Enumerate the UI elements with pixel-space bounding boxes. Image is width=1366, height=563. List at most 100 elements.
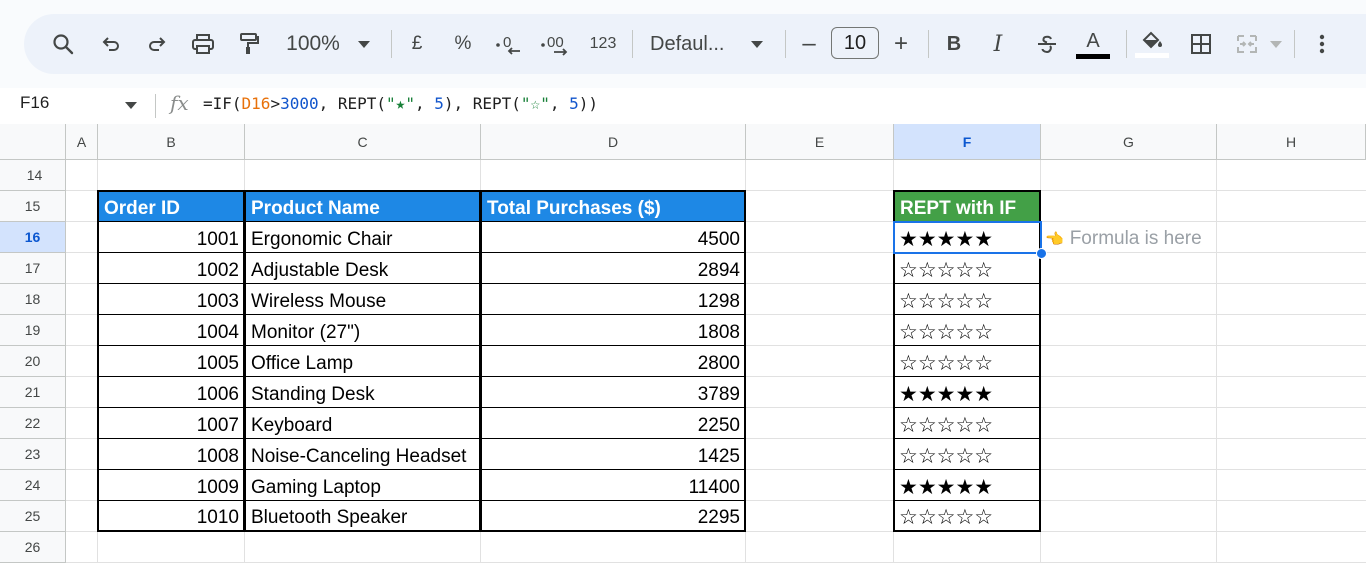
cell-product-name[interactable]: Noise-Canceling Headset: [244, 438, 481, 470]
toolbar-divider: [785, 30, 786, 58]
formula-bar: F16 fx =IF(D16>3000, REPT("★", 5), REPT(…: [0, 88, 1366, 124]
cell-product-name[interactable]: Monitor (27"): [244, 314, 481, 346]
currency-button[interactable]: £: [404, 22, 430, 66]
cell-order-id[interactable]: 1006: [97, 376, 245, 408]
column-header-e[interactable]: E: [746, 124, 894, 160]
name-box[interactable]: F16: [20, 93, 49, 113]
cell-product-name[interactable]: Keyboard: [244, 407, 481, 439]
borders-icon[interactable]: [1184, 22, 1218, 66]
cell-rating-stars[interactable]: ☆☆☆☆☆: [893, 438, 1041, 470]
cell-order-id[interactable]: 1005: [97, 345, 245, 377]
cell-product-name[interactable]: Bluetooth Speaker: [244, 500, 481, 532]
cell-order-id[interactable]: 1009: [97, 469, 245, 501]
bold-button[interactable]: B: [940, 22, 968, 66]
cell-product-name[interactable]: Ergonomic Chair: [244, 221, 481, 253]
undo-icon[interactable]: [94, 22, 128, 66]
cell-order-id[interactable]: 1001: [97, 221, 245, 253]
spreadsheet-grid[interactable]: A B C D E F G H 14 15 16 17 18 19 20 21 22 23 24 25 26 Order …: [0, 124, 1366, 563]
row-header-20[interactable]: 20: [0, 346, 66, 377]
cell-order-id[interactable]: 1003: [97, 283, 245, 315]
cell-rating-stars[interactable]: ☆☆☆☆☆: [893, 345, 1041, 377]
strikethrough-icon[interactable]: [1032, 22, 1062, 66]
column-header-g[interactable]: G: [1041, 124, 1217, 160]
cell-order-id[interactable]: 1007: [97, 407, 245, 439]
row-header-18[interactable]: 18: [0, 284, 66, 315]
header-order-id[interactable]: Order ID: [97, 190, 245, 222]
more-vert-icon[interactable]: [1308, 22, 1336, 66]
cell-order-id[interactable]: 1004: [97, 314, 245, 346]
text-color-icon[interactable]: A: [1074, 22, 1112, 66]
column-header-b[interactable]: B: [98, 124, 245, 160]
formula-input[interactable]: =IF(D16>3000, REPT("★", 5), REPT("☆", 5)…: [203, 94, 598, 113]
search-icon[interactable]: [46, 22, 80, 66]
header-total-purchases[interactable]: Total Purchases ($): [480, 190, 746, 222]
font-size-input[interactable]: 10: [831, 27, 879, 59]
cell-rating-stars[interactable]: ☆☆☆☆☆: [893, 252, 1041, 284]
decrease-decimal-icon[interactable]: 0: [492, 22, 526, 66]
cell-total-purchases[interactable]: 1425: [480, 438, 746, 470]
font-family-caret-icon[interactable]: [747, 22, 767, 66]
column-header-a[interactable]: A: [66, 124, 98, 160]
font-size-decrease-button[interactable]: –: [796, 22, 822, 66]
row-header-23[interactable]: 23: [0, 439, 66, 470]
row-header-24[interactable]: 24: [0, 470, 66, 501]
row-header-14[interactable]: 14: [0, 160, 66, 191]
row-header-22[interactable]: 22: [0, 408, 66, 439]
cell-total-purchases[interactable]: 2250: [480, 407, 746, 439]
cell-rating-stars[interactable]: ☆☆☆☆☆: [893, 407, 1041, 439]
cell-total-purchases[interactable]: 2295: [480, 500, 746, 532]
merge-cells-icon[interactable]: [1230, 22, 1264, 66]
cell-rating-stars[interactable]: ★★★★★: [893, 376, 1041, 408]
font-size-increase-button[interactable]: +: [888, 22, 914, 66]
row-header-16[interactable]: 16: [0, 222, 66, 253]
cell-product-name[interactable]: Adjustable Desk: [244, 252, 481, 284]
header-rept-with-if[interactable]: REPT with IF: [893, 190, 1041, 222]
row-header-17[interactable]: 17: [0, 253, 66, 284]
cell-rating-stars[interactable]: ☆☆☆☆☆: [893, 283, 1041, 315]
zoom-caret-icon[interactable]: [354, 22, 374, 66]
column-header-f[interactable]: F: [894, 124, 1041, 160]
cell-product-name[interactable]: Office Lamp: [244, 345, 481, 377]
select-all-corner[interactable]: [0, 124, 66, 160]
row-header-21[interactable]: 21: [0, 377, 66, 408]
cell-product-name[interactable]: Gaming Laptop: [244, 469, 481, 501]
cell-product-name[interactable]: Wireless Mouse: [244, 283, 481, 315]
column-header-c[interactable]: C: [245, 124, 481, 160]
toolbar-divider: [928, 30, 929, 58]
percent-button[interactable]: %: [450, 22, 476, 66]
cell-order-id[interactable]: 1008: [97, 438, 245, 470]
print-icon[interactable]: [186, 22, 220, 66]
cell-total-purchases[interactable]: 2800: [480, 345, 746, 377]
cell-rating-stars[interactable]: ☆☆☆☆☆: [893, 314, 1041, 346]
header-product-name[interactable]: Product Name: [244, 190, 481, 222]
cell-order-id[interactable]: 1002: [97, 252, 245, 284]
column-header-d[interactable]: D: [481, 124, 746, 160]
cell-total-purchases[interactable]: 1808: [480, 314, 746, 346]
fill-color-icon[interactable]: [1134, 22, 1170, 66]
cell-rating-stars[interactable]: ★★★★★: [893, 469, 1041, 501]
cell-total-purchases[interactable]: 11400: [480, 469, 746, 501]
font-family-select[interactable]: Defaul...: [650, 22, 734, 66]
cell-order-id[interactable]: 1010: [97, 500, 245, 532]
merge-caret-icon[interactable]: [1268, 22, 1284, 66]
column-header-h[interactable]: H: [1217, 124, 1366, 160]
row-header-19[interactable]: 19: [0, 315, 66, 346]
cell-total-purchases[interactable]: 3789: [480, 376, 746, 408]
cell-rating-stars[interactable]: ☆☆☆☆☆: [893, 500, 1041, 532]
cell-total-purchases[interactable]: 1298: [480, 283, 746, 315]
row-header-25[interactable]: 25: [0, 501, 66, 532]
svg-text:0: 0: [503, 34, 511, 51]
name-box-caret-icon[interactable]: [125, 102, 137, 109]
redo-icon[interactable]: [140, 22, 174, 66]
row-header-26[interactable]: 26: [0, 532, 66, 563]
italic-button[interactable]: I: [984, 22, 1012, 66]
cell-rating-stars[interactable]: ★★★★★: [893, 221, 1041, 253]
paint-format-icon[interactable]: [232, 22, 266, 66]
increase-decimal-icon[interactable]: 00: [538, 22, 574, 66]
row-header-15[interactable]: 15: [0, 191, 66, 222]
zoom-select[interactable]: 100%: [280, 22, 346, 66]
number-format-button[interactable]: 123: [586, 22, 620, 66]
cell-product-name[interactable]: Standing Desk: [244, 376, 481, 408]
cell-total-purchases[interactable]: 2894: [480, 252, 746, 284]
cell-total-purchases[interactable]: 4500: [480, 221, 746, 253]
